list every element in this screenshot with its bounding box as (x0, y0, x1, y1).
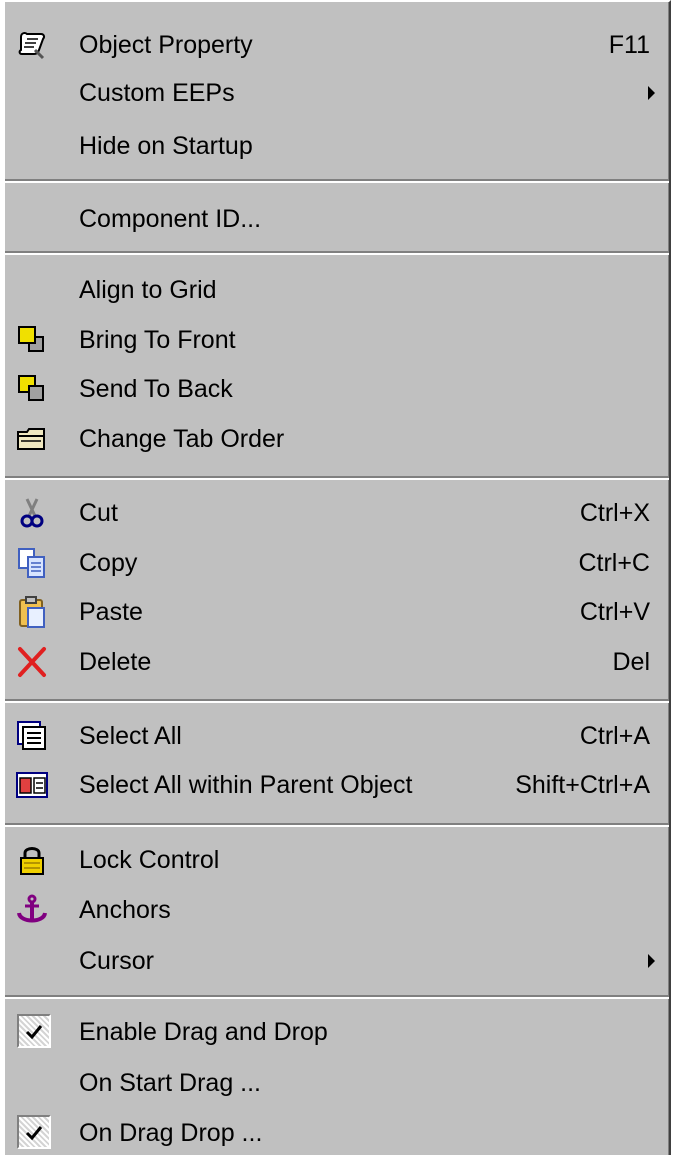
menu-item-component-id[interactable]: Component ID... (5, 194, 669, 244)
menu-separator (5, 699, 669, 703)
menu-item-on-drag-drop[interactable]: On Drag Drop ... (5, 1108, 669, 1158)
menu-item-label: Object Property (79, 31, 253, 59)
menu-item-enable-drag-and-drop[interactable]: Enable Drag and Drop (5, 1007, 669, 1057)
anchor-icon (15, 893, 49, 927)
delete-x-icon (15, 645, 49, 679)
menu-item-label: Paste (79, 598, 143, 626)
copy-icon (15, 546, 49, 580)
menu-item-label: Custom EEPs (79, 79, 235, 107)
select-within-parent-icon (15, 768, 49, 802)
menu-item-label: Component ID... (79, 205, 262, 233)
menu-item-label: Cut (79, 499, 118, 527)
bring-to-front-icon (15, 323, 49, 357)
menu-item-label: Delete (79, 648, 152, 676)
menu-separator (5, 476, 669, 480)
menu-item-hide-on-startup[interactable]: Hide on Startup (5, 121, 669, 171)
menu-item-lock-control[interactable]: Lock Control (5, 835, 669, 885)
menu-separator (5, 179, 669, 183)
menu-item-cursor[interactable]: Cursor (5, 936, 669, 986)
menu-item-label: Align to Grid (79, 276, 217, 304)
clipboard-icon (15, 595, 49, 629)
menu-item-align-to-grid[interactable]: Align to Grid (5, 265, 669, 315)
menu-item-label: Anchors (79, 896, 171, 924)
menu-item-label: Lock Control (79, 846, 220, 874)
menu-item-label: Hide on Startup (79, 132, 253, 160)
menu-item-send-to-back[interactable]: Send To Back (5, 364, 669, 414)
menu-item-label: Change Tab Order (79, 425, 285, 453)
menu-item-label: Enable Drag and Drop (79, 1018, 328, 1046)
menu-item-delete[interactable]: Delete Del (5, 637, 669, 687)
menu-item-label: Send To Back (79, 375, 233, 403)
menu-item-bring-to-front[interactable]: Bring To Front (5, 315, 669, 365)
menu-item-label: Select All (79, 722, 182, 750)
menu-item-paste[interactable]: Paste Ctrl+V (5, 587, 669, 637)
menu-item-object-property[interactable]: Object Property F11 (5, 20, 669, 70)
padlock-icon (15, 843, 49, 877)
menu-item-select-all-within-parent[interactable]: Select All within Parent Object Shift+Ct… (5, 760, 669, 810)
menu-item-select-all[interactable]: Select All Ctrl+A (5, 711, 669, 761)
menu-separator (5, 995, 669, 999)
menu-item-change-tab-order[interactable]: Change Tab Order (5, 414, 669, 464)
menu-item-label: Select All within Parent Object (79, 771, 413, 799)
menu-item-custom-eeps[interactable]: Custom EEPs (5, 68, 669, 118)
menu-item-on-start-drag[interactable]: On Start Drag ... (5, 1058, 669, 1108)
scroll-icon (15, 28, 49, 62)
context-menu: Object Property F11 Custom EEPs Hide on … (3, 0, 671, 1155)
menu-item-label: On Start Drag ... (79, 1069, 262, 1097)
shortcut-label: Ctrl+A (579, 722, 650, 750)
submenu-arrow-icon (648, 954, 655, 968)
menu-item-cut[interactable]: Cut Ctrl+X (5, 488, 669, 538)
menu-item-label: Cursor (79, 947, 155, 975)
send-to-back-icon (15, 372, 49, 406)
folder-icon (15, 422, 49, 456)
shortcut-label: Ctrl+X (579, 499, 650, 527)
menu-item-label: Bring To Front (79, 326, 236, 354)
checkmark-icon (17, 1014, 51, 1048)
shortcut-label: F11 (608, 31, 650, 59)
submenu-arrow-icon (648, 86, 655, 100)
menu-item-label: On Drag Drop ... (79, 1119, 263, 1147)
menu-item-copy[interactable]: Copy Ctrl+C (5, 538, 669, 588)
shortcut-label: Ctrl+V (579, 598, 650, 626)
select-all-icon (15, 719, 49, 753)
shortcut-label: Shift+Ctrl+A (515, 771, 650, 799)
menu-separator (5, 251, 669, 255)
menu-separator (5, 823, 669, 827)
menu-item-anchors[interactable]: Anchors (5, 885, 669, 935)
menu-item-label: Copy (79, 549, 138, 577)
checkmark-icon (17, 1115, 51, 1149)
shortcut-label: Del (612, 648, 650, 676)
scissors-icon (15, 496, 49, 530)
shortcut-label: Ctrl+C (578, 549, 650, 577)
